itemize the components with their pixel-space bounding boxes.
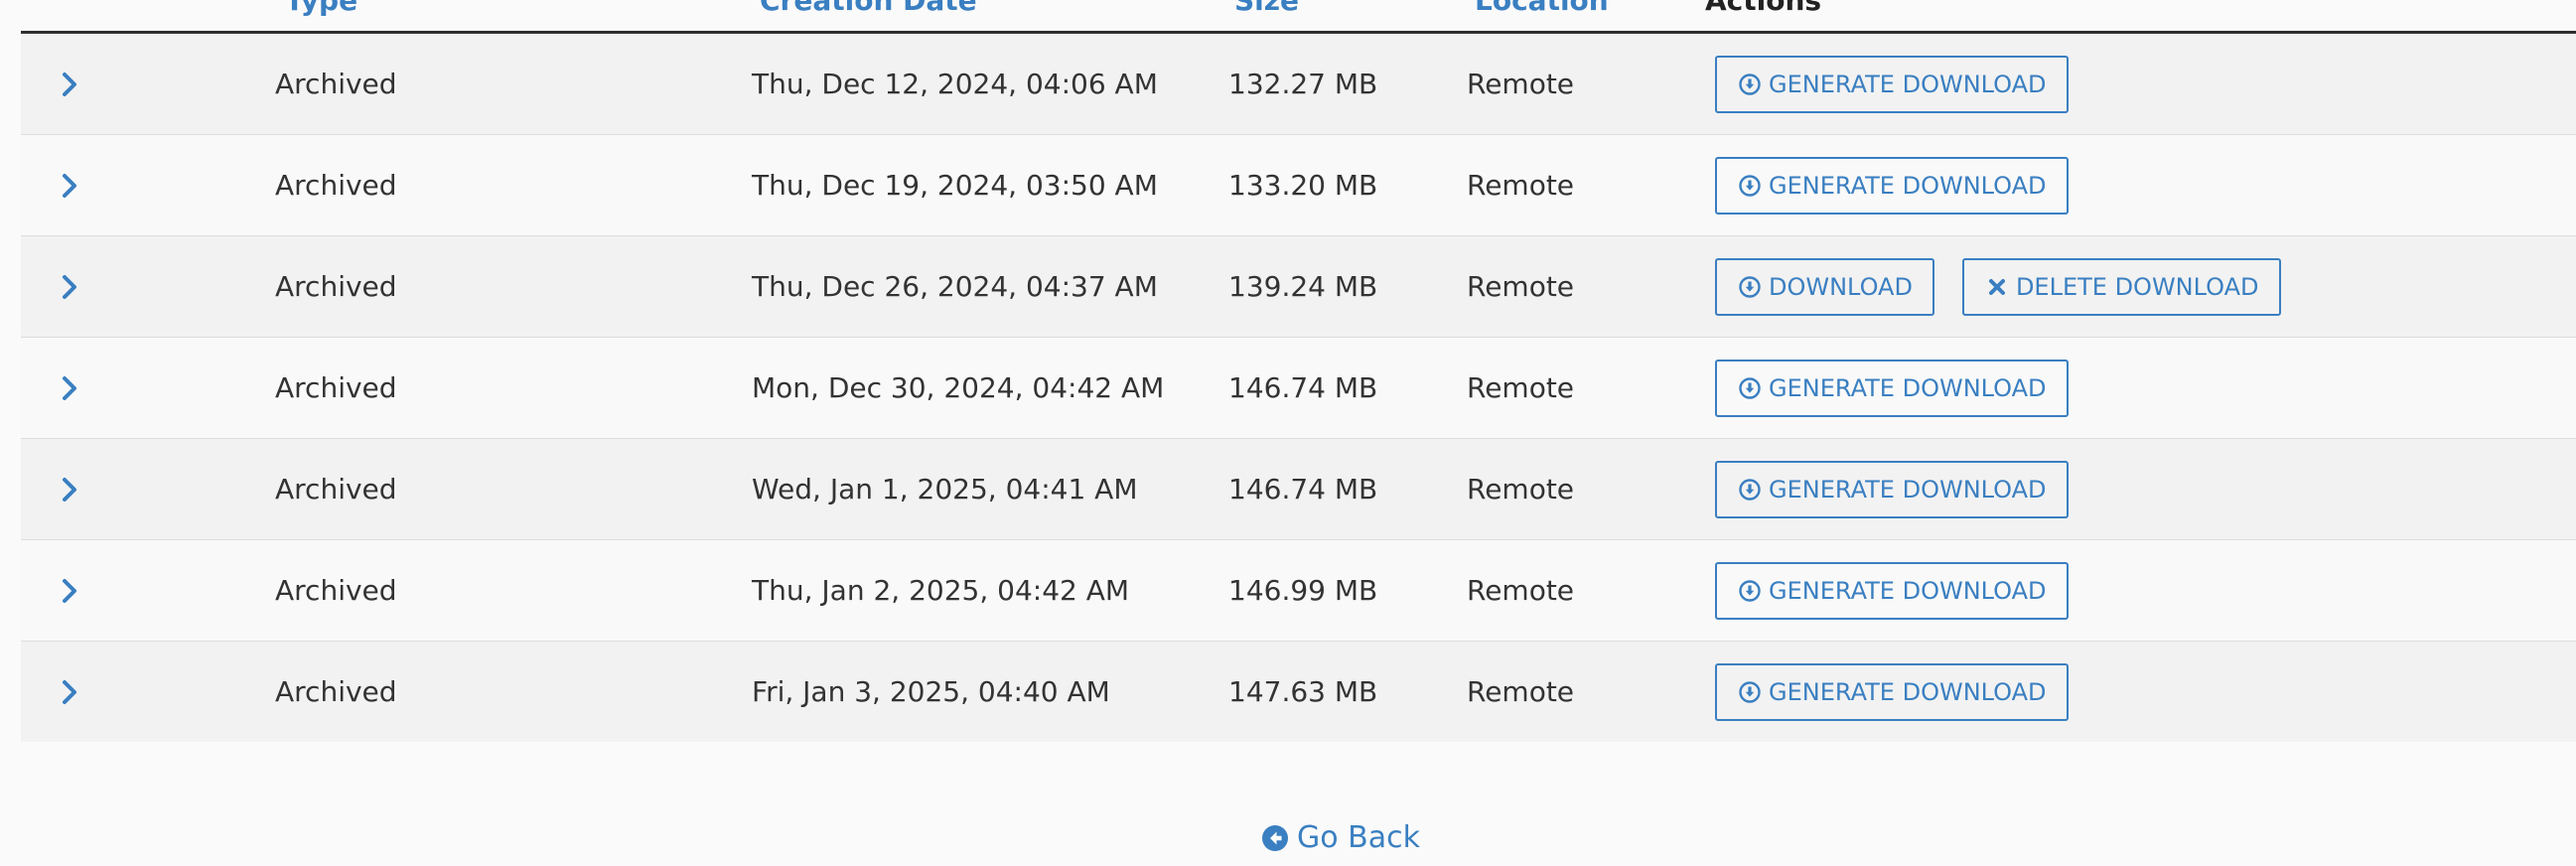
expand-chevron-icon[interactable] — [57, 576, 82, 606]
cell-location: Remote — [1467, 574, 1575, 607]
delete-download-button[interactable]: DELETE DOWNLOAD — [1961, 257, 2281, 316]
cell-type: Archived — [275, 169, 397, 202]
cell-size: 132.27 MB — [1228, 68, 1378, 100]
cell-size: 146.99 MB — [1228, 574, 1378, 607]
download-button[interactable]: DOWNLOAD — [1715, 257, 1934, 316]
cell-size: 147.63 MB — [1228, 675, 1378, 708]
download-circle-icon — [1739, 376, 1761, 399]
cell-actions: GENERATE DOWNLOAD — [1715, 439, 2069, 539]
download-circle-icon — [1739, 680, 1761, 703]
cell-creation-date: Thu, Dec 26, 2024, 04:37 AM — [752, 270, 1158, 303]
expand-chevron-icon[interactable] — [57, 70, 82, 99]
cell-creation-date: Fri, Jan 3, 2025, 04:40 AM — [752, 675, 1110, 708]
cell-type: Archived — [275, 473, 397, 505]
cell-type: Archived — [275, 371, 397, 404]
table-body: Archived Thu, Dec 12, 2024, 04:06 AM 132.2… — [21, 34, 2576, 742]
header-actions: Actions — [1705, 0, 1822, 17]
button-label: GENERATE DOWNLOAD — [1769, 475, 2047, 504]
download-circle-icon — [1739, 478, 1761, 501]
cell-location: Remote — [1467, 371, 1575, 404]
cell-size: 146.74 MB — [1228, 473, 1378, 505]
table-row: Archived Thu, Jan 2, 2025, 04:42 AM 146.99… — [21, 540, 2576, 642]
generate-download-button[interactable]: GENERATE DOWNLOAD — [1715, 55, 2069, 113]
archives-page: Type Creation Date Size Location Actions… — [0, 0, 2576, 866]
expand-chevron-icon[interactable] — [57, 475, 82, 505]
cell-type: Archived — [275, 270, 397, 303]
cell-actions: GENERATE DOWNLOAD — [1715, 34, 2069, 134]
cell-creation-date: Thu, Dec 12, 2024, 04:06 AM — [752, 68, 1158, 100]
cell-type: Archived — [275, 68, 397, 100]
cell-actions: GENERATE DOWNLOAD — [1715, 338, 2069, 438]
button-label: GENERATE DOWNLOAD — [1769, 171, 2047, 200]
table-row: Archived Thu, Dec 12, 2024, 04:06 AM 132.2… — [21, 34, 2576, 135]
cell-location: Remote — [1467, 169, 1575, 202]
download-circle-icon — [1739, 72, 1761, 95]
button-label: GENERATE DOWNLOAD — [1769, 70, 2047, 98]
cell-location: Remote — [1467, 675, 1575, 708]
cell-actions: GENERATE DOWNLOAD — [1715, 642, 2069, 742]
cell-location: Remote — [1467, 68, 1575, 100]
cell-actions: DOWNLOAD DELETE DOWNLOAD — [1715, 236, 2281, 337]
table-row: Archived Thu, Dec 19, 2024, 03:50 AM 133.2… — [21, 135, 2576, 236]
cell-size: 139.24 MB — [1228, 270, 1378, 303]
cell-creation-date: Mon, Dec 30, 2024, 04:42 AM — [752, 371, 1165, 404]
expand-chevron-icon[interactable] — [57, 373, 82, 403]
table-header: Type Creation Date Size Location Actions — [21, 0, 2576, 34]
table-row: Archived Fri, Jan 3, 2025, 04:40 AM 147.63… — [21, 642, 2576, 742]
header-type[interactable]: Type — [285, 0, 358, 17]
go-back-label: Go Back — [1297, 820, 1420, 855]
cell-actions: GENERATE DOWNLOAD — [1715, 540, 2069, 641]
arrow-circle-left-icon — [1261, 824, 1289, 852]
archives-table: Type Creation Date Size Location Actions… — [21, 0, 2576, 742]
generate-download-button[interactable]: GENERATE DOWNLOAD — [1715, 359, 2069, 417]
cell-creation-date: Thu, Jan 2, 2025, 04:42 AM — [752, 574, 1130, 607]
header-creation-date[interactable]: Creation Date — [760, 0, 977, 17]
cell-location: Remote — [1467, 270, 1575, 303]
generate-download-button[interactable]: GENERATE DOWNLOAD — [1715, 561, 2069, 620]
cell-type: Archived — [275, 675, 397, 708]
button-label: DOWNLOAD — [1769, 272, 1913, 301]
close-icon — [1986, 276, 2008, 298]
download-circle-icon — [1739, 275, 1761, 298]
generate-download-button[interactable]: GENERATE DOWNLOAD — [1715, 460, 2069, 518]
download-circle-icon — [1739, 579, 1761, 602]
table-row: Archived Wed, Jan 1, 2025, 04:41 AM 146.74… — [21, 439, 2576, 540]
cell-creation-date: Wed, Jan 1, 2025, 04:41 AM — [752, 473, 1138, 505]
cell-size: 146.74 MB — [1228, 371, 1378, 404]
header-location[interactable]: Location — [1475, 0, 1609, 17]
table-row: Archived Thu, Dec 26, 2024, 04:37 AM 139.2… — [21, 236, 2576, 338]
generate-download-button[interactable]: GENERATE DOWNLOAD — [1715, 662, 2069, 721]
table-row: Archived Mon, Dec 30, 2024, 04:42 AM 146.7… — [21, 338, 2576, 439]
button-label: GENERATE DOWNLOAD — [1769, 373, 2047, 402]
cell-type: Archived — [275, 574, 397, 607]
button-label: GENERATE DOWNLOAD — [1769, 677, 2047, 706]
expand-chevron-icon[interactable] — [57, 171, 82, 201]
expand-chevron-icon[interactable] — [57, 272, 82, 302]
button-label: DELETE DOWNLOAD — [2015, 272, 2259, 301]
download-circle-icon — [1739, 174, 1761, 197]
go-back-link[interactable]: Go Back — [1261, 820, 1420, 855]
generate-download-button[interactable]: GENERATE DOWNLOAD — [1715, 156, 2069, 215]
cell-actions: GENERATE DOWNLOAD — [1715, 135, 2069, 235]
cell-size: 133.20 MB — [1228, 169, 1378, 202]
cell-creation-date: Thu, Dec 19, 2024, 03:50 AM — [752, 169, 1158, 202]
expand-chevron-icon[interactable] — [57, 677, 82, 707]
cell-location: Remote — [1467, 473, 1575, 505]
button-label: GENERATE DOWNLOAD — [1769, 576, 2047, 605]
header-size[interactable]: Size — [1234, 0, 1299, 17]
